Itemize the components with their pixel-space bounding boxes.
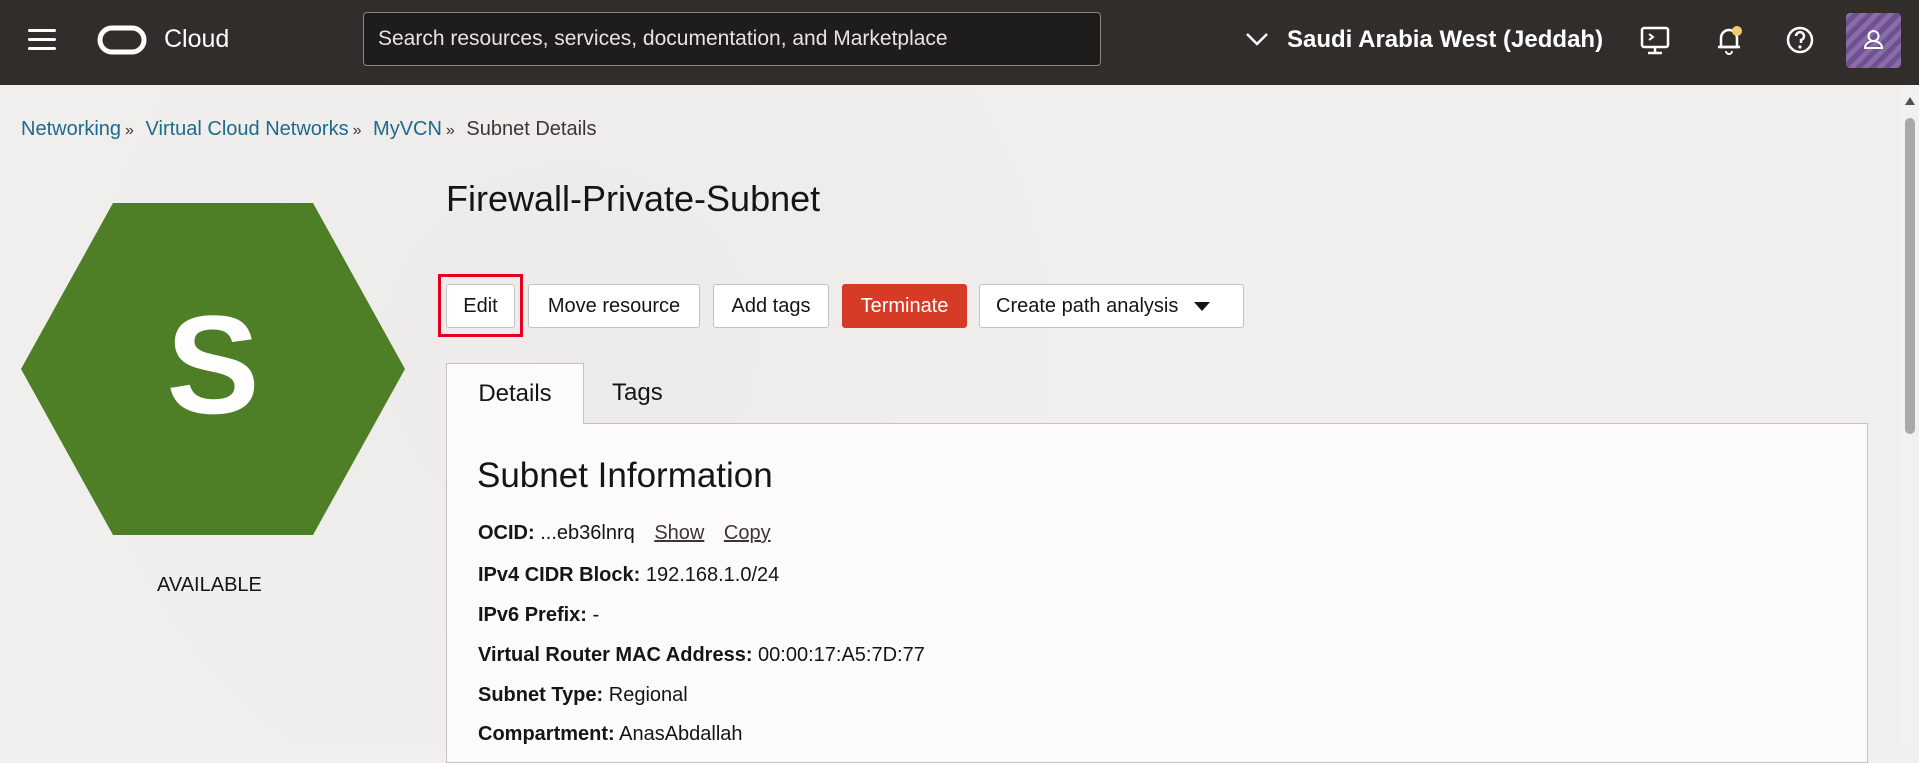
ocid-row: OCID: ...eb36lnrq Show Copy: [478, 522, 771, 545]
brand-name[interactable]: Cloud: [164, 25, 229, 54]
breadcrumb-separator-icon: »: [445, 122, 455, 139]
oracle-logo-icon[interactable]: [97, 25, 147, 55]
scroll-up-arrow-icon[interactable]: [1904, 96, 1916, 106]
compartment-label: Compartment:: [478, 723, 615, 745]
menu-icon[interactable]: [28, 29, 56, 51]
help-icon[interactable]: [1782, 22, 1818, 58]
chevron-down-icon[interactable]: [1244, 31, 1270, 52]
subnet-type-label: Subnet Type:: [478, 684, 604, 706]
subnet-information-heading: Subnet Information: [477, 456, 773, 495]
ipv6-row: IPv6 Prefix: -: [478, 604, 599, 627]
ipv4-label: IPv4 CIDR Block:: [478, 564, 641, 586]
tab-details[interactable]: Details: [446, 363, 584, 424]
compartment-row: Compartment: AnasAbdallah: [478, 723, 743, 746]
mac-value: 00:00:17:A5:7D:77: [758, 644, 925, 666]
subnet-hexagon-icon: S: [21, 203, 405, 535]
breadcrumb-separator-icon: »: [125, 122, 134, 139]
move-resource-button[interactable]: Move resource: [528, 284, 700, 328]
subnet-type-row: Subnet Type: Regional: [478, 684, 688, 707]
mac-row: Virtual Router MAC Address: 00:00:17:A5:…: [478, 644, 925, 667]
ocid-label: OCID:: [478, 522, 535, 544]
caret-down-icon: [1193, 301, 1210, 311]
subnet-icon-letter: S: [166, 286, 259, 443]
breadcrumb-current: Subnet Details: [466, 118, 597, 140]
ocid-show-link[interactable]: Show: [654, 522, 704, 544]
breadcrumb-myvcn[interactable]: MyVCN: [373, 118, 442, 140]
breadcrumb-virtual-cloud-networks[interactable]: Virtual Cloud Networks: [146, 118, 349, 140]
breadcrumb: Networking» Virtual Cloud Networks» MyVC…: [21, 118, 596, 141]
compartment-value: AnasAbdallah: [619, 723, 743, 745]
user-icon: [1863, 30, 1884, 49]
terminate-button[interactable]: Terminate: [842, 284, 967, 328]
ipv6-value: -: [592, 604, 600, 626]
ipv4-value: 192.168.1.0/24: [645, 564, 780, 586]
top-navigation-bar: Cloud Search resources, services, docume…: [0, 0, 1919, 85]
page-title: Firewall-Private-Subnet: [446, 178, 821, 219]
create-path-analysis-button[interactable]: Create path analysis: [979, 284, 1244, 328]
ocid-value: ...eb36lnrq: [540, 522, 635, 544]
mac-label: Virtual Router MAC Address:: [478, 644, 753, 666]
subnet-type-value: Regional: [608, 684, 688, 706]
user-avatar[interactable]: [1846, 13, 1901, 68]
edit-button-highlight: [438, 274, 523, 337]
cloud-shell-icon[interactable]: [1637, 22, 1673, 58]
search-input[interactable]: Search resources, services, documentatio…: [363, 12, 1101, 66]
ocid-copy-link[interactable]: Copy: [724, 522, 771, 544]
status-label: AVAILABLE: [157, 574, 262, 596]
breadcrumb-separator-icon: »: [352, 122, 362, 139]
create-path-analysis-label: Create path analysis: [996, 295, 1179, 317]
region-selector[interactable]: Saudi Arabia West (Jeddah): [1287, 26, 1603, 54]
breadcrumb-networking[interactable]: Networking: [21, 118, 121, 140]
scrollbar-thumb[interactable]: [1905, 118, 1915, 434]
tab-tags[interactable]: Tags: [612, 363, 668, 424]
add-tags-button[interactable]: Add tags: [713, 284, 829, 328]
ipv6-label: IPv6 Prefix:: [478, 604, 587, 626]
ipv4-row: IPv4 CIDR Block: 192.168.1.0/24: [478, 564, 779, 587]
notifications-bell-icon[interactable]: [1711, 22, 1747, 58]
